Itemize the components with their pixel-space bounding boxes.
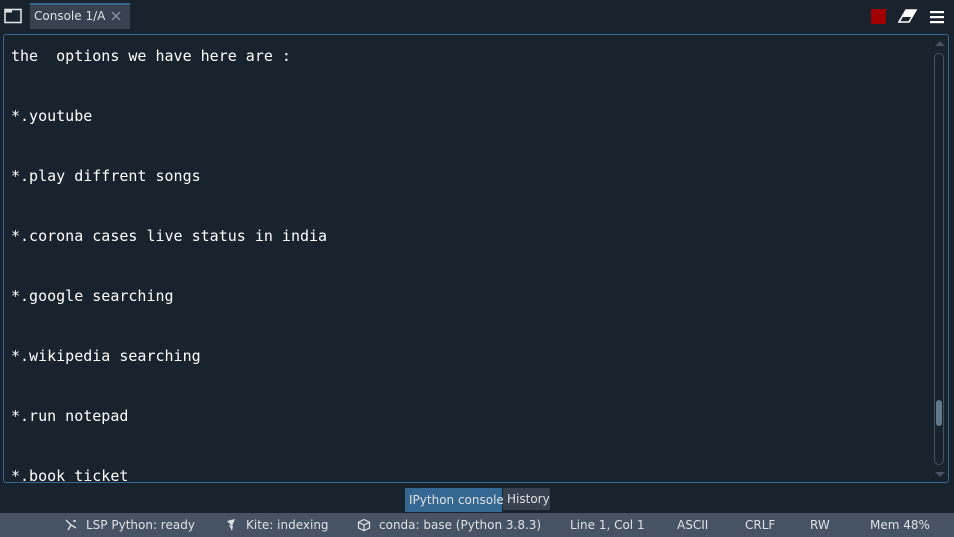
scroll-track[interactable] [934, 53, 944, 465]
memory-status: Mem 48% [870, 518, 930, 532]
ipython-console[interactable]: the options we have here are : *.youtube… [3, 34, 949, 483]
rw-status: RW [810, 518, 830, 532]
conda-env-status[interactable]: conda: base (Python 3.8.3) [379, 513, 541, 537]
lsp-icon [65, 519, 77, 531]
console-line: *.corona cases live status in india [11, 227, 328, 245]
console-line: *.book ticket [11, 467, 129, 483]
kite-status[interactable]: Kite: indexing [246, 513, 329, 537]
eraser-icon[interactable] [897, 8, 919, 24]
console-output[interactable]: the options we have here are : *.youtube… [11, 45, 921, 483]
scroll-up-arrow-icon[interactable] [935, 41, 945, 46]
console-line: *.google searching [11, 287, 174, 305]
pane-tabs: IPython console History [0, 488, 954, 513]
scroll-thumb[interactable] [936, 400, 942, 426]
tab-label: Console 1/A [34, 9, 106, 23]
encoding-status: ASCII [677, 518, 709, 532]
browse-tabs-icon[interactable] [4, 8, 22, 24]
vertical-scrollbar[interactable] [933, 41, 945, 477]
stop-icon[interactable] [871, 9, 886, 24]
console-tab-bar: Console 1/A [0, 0, 954, 32]
tab-history[interactable]: History [503, 488, 550, 510]
tab-ipython-console[interactable]: IPython console [405, 488, 504, 512]
tab-console-1a[interactable]: Console 1/A [30, 3, 130, 29]
conda-cube-icon [357, 518, 371, 532]
console-line: *.run notepad [11, 407, 129, 425]
console-line: *.youtube [11, 107, 93, 125]
scroll-down-arrow-icon[interactable] [935, 472, 945, 477]
eol-status: CRLF [745, 518, 776, 532]
console-line: *.play diffrent songs [11, 167, 201, 185]
status-bar: LSP Python: ready Kite: indexing conda: … [0, 513, 954, 537]
kite-icon [227, 519, 235, 531]
console-line: the options we have here are : [11, 47, 291, 65]
cursor-position: Line 1, Col 1 [570, 518, 645, 532]
console-line: *.wikipedia searching [11, 347, 201, 365]
lsp-status[interactable]: LSP Python: ready [86, 513, 195, 537]
close-icon[interactable] [110, 10, 122, 22]
hamburger-menu-icon[interactable] [929, 9, 945, 25]
